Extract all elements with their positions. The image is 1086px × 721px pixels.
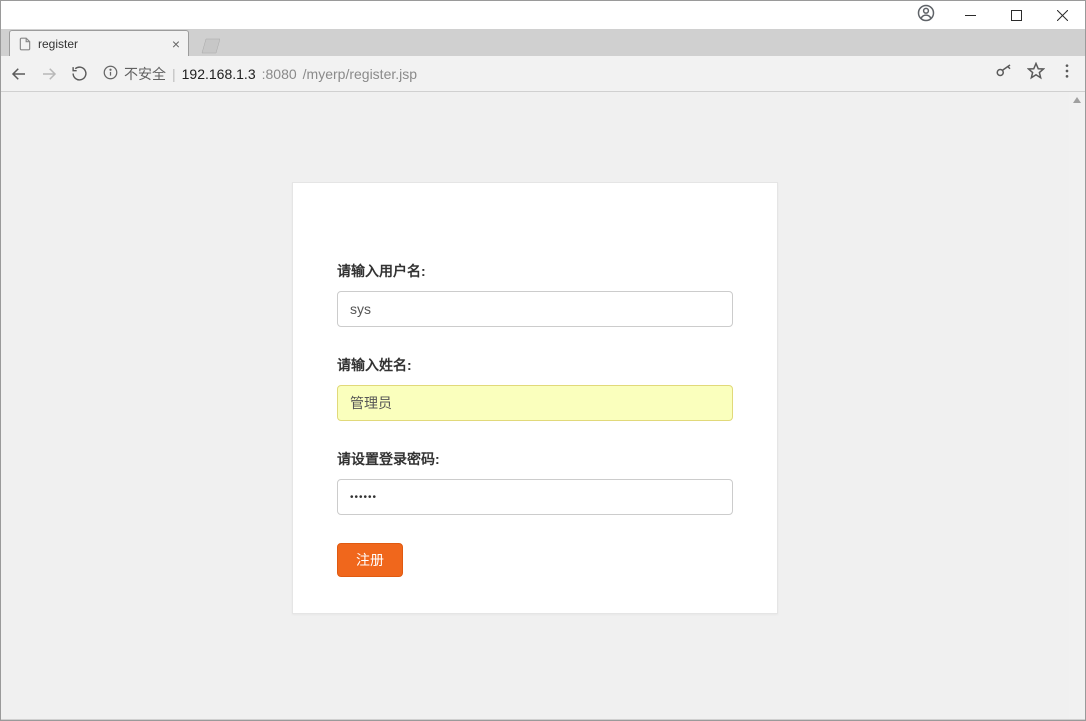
url-host: 192.168.1.3: [182, 66, 256, 82]
password-input[interactable]: ••••••: [337, 479, 733, 515]
address-bar[interactable]: 不安全 | 192.168.1.3 :8080/myerp/register.js…: [99, 61, 985, 87]
url-path: /myerp/register.jsp: [303, 66, 417, 82]
key-icon[interactable]: [995, 62, 1013, 85]
window-minimize-button[interactable]: [947, 1, 993, 29]
tab-strip: register ×: [1, 29, 1085, 56]
site-info-icon[interactable]: [103, 65, 118, 83]
name-field-group: 请输入姓名:: [337, 355, 733, 421]
page-content: 请输入用户名: 请输入姓名: 请设置登录密码: •••••• 注册: [1, 92, 1069, 719]
browser-tab[interactable]: register ×: [9, 30, 189, 56]
password-label: 请设置登录密码:: [337, 449, 733, 469]
username-label: 请输入用户名:: [337, 261, 733, 281]
menu-icon[interactable]: [1059, 63, 1075, 84]
username-input[interactable]: [337, 291, 733, 327]
url-separator: |: [172, 66, 176, 82]
window-close-button[interactable]: [1039, 1, 1085, 29]
reload-button[interactable]: [69, 64, 89, 84]
new-tab-button[interactable]: [197, 36, 221, 56]
back-button[interactable]: [9, 64, 29, 84]
password-field-group: 请设置登录密码: ••••••: [337, 449, 733, 515]
file-icon: [18, 37, 32, 51]
scroll-up-arrow-icon[interactable]: [1069, 92, 1085, 108]
tab-title: register: [38, 37, 78, 51]
name-label: 请输入姓名:: [337, 355, 733, 375]
register-button[interactable]: 注册: [337, 543, 403, 577]
insecure-label: 不安全: [124, 64, 166, 84]
forward-button[interactable]: [39, 64, 59, 84]
username-field-group: 请输入用户名:: [337, 261, 733, 327]
vertical-scrollbar[interactable]: [1069, 92, 1085, 719]
toolbar-right-icons: [995, 62, 1077, 85]
window-titlebar: [1, 1, 1085, 29]
window-maximize-button[interactable]: [993, 1, 1039, 29]
account-icon[interactable]: [917, 4, 935, 27]
tab-close-icon[interactable]: ×: [172, 37, 180, 51]
url-port: :8080: [262, 66, 297, 82]
content-wrapper: 请输入用户名: 请输入姓名: 请设置登录密码: •••••• 注册: [1, 92, 1085, 719]
footer-divider: [1, 719, 1085, 720]
browser-window: register × 不安全 | 192.168.1.3 :8080/myerp/…: [0, 0, 1086, 721]
bookmark-star-icon[interactable]: [1027, 62, 1045, 85]
register-card: 请输入用户名: 请输入姓名: 请设置登录密码: •••••• 注册: [292, 182, 778, 614]
name-input[interactable]: [337, 385, 733, 421]
browser-toolbar: 不安全 | 192.168.1.3 :8080/myerp/register.js…: [1, 56, 1085, 92]
